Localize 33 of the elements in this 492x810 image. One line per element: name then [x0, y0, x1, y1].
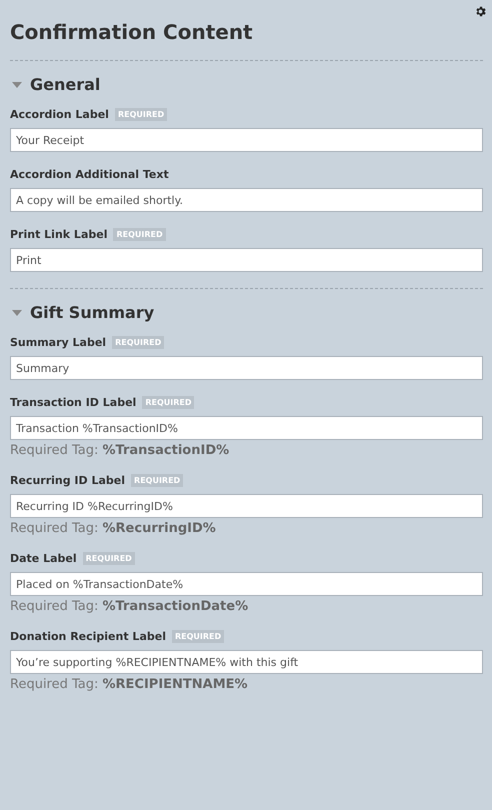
input-field[interactable]: Placed on %TransactionDate%: [10, 572, 483, 596]
field-label: Donation Recipient Label: [10, 630, 166, 643]
field-label: Recurring ID Label: [10, 474, 126, 487]
required-badge: REQUIRED: [112, 336, 164, 349]
required-tag-hint: Required Tag: %TransactionDate%: [10, 599, 250, 614]
input-field[interactable]: A copy will be emailed shortly.: [10, 188, 483, 212]
field-label: Summary Label: [10, 336, 106, 349]
input-field[interactable]: Transaction %TransactionID%: [10, 416, 483, 440]
section-heading[interactable]: Gift Summary: [30, 303, 154, 322]
required-badge: REQUIRED: [114, 108, 168, 121]
required-badge: REQUIRED: [172, 630, 224, 643]
page-title: Confirmation Content: [10, 20, 254, 44]
required-badge: REQUIRED: [142, 396, 194, 409]
required-tag-hint: Required Tag: %RecurringID%: [10, 521, 217, 536]
field-label: Date Label: [10, 552, 77, 565]
field-label: Accordion Label: [10, 108, 109, 121]
field-label: Accordion Additional Text: [10, 168, 169, 181]
input-field[interactable]: Recurring ID %RecurringID%: [10, 494, 483, 518]
caret-icon[interactable]: [12, 308, 22, 318]
caret-icon[interactable]: [12, 80, 22, 90]
input-field[interactable]: Summary: [10, 356, 483, 380]
required-badge: REQUIRED: [131, 474, 184, 487]
field-label: Transaction ID Label: [10, 396, 136, 409]
required-badge: REQUIRED: [82, 552, 135, 565]
required-tag-hint: Required Tag: %TransactionID%: [10, 443, 230, 458]
input-field[interactable]: Print: [10, 248, 483, 272]
input-field[interactable]: You’re supporting %RECIPIENTNAME% with this gift: [10, 650, 483, 674]
field-label: Print Link Label: [10, 228, 108, 241]
settings-icon[interactable]: [474, 5, 487, 18]
required-tag-hint: Required Tag: %RECIPIENTNAME%: [10, 677, 249, 692]
required-badge: REQUIRED: [113, 228, 166, 241]
input-field[interactable]: Your Receipt: [10, 128, 483, 152]
section-heading[interactable]: General: [30, 75, 100, 94]
